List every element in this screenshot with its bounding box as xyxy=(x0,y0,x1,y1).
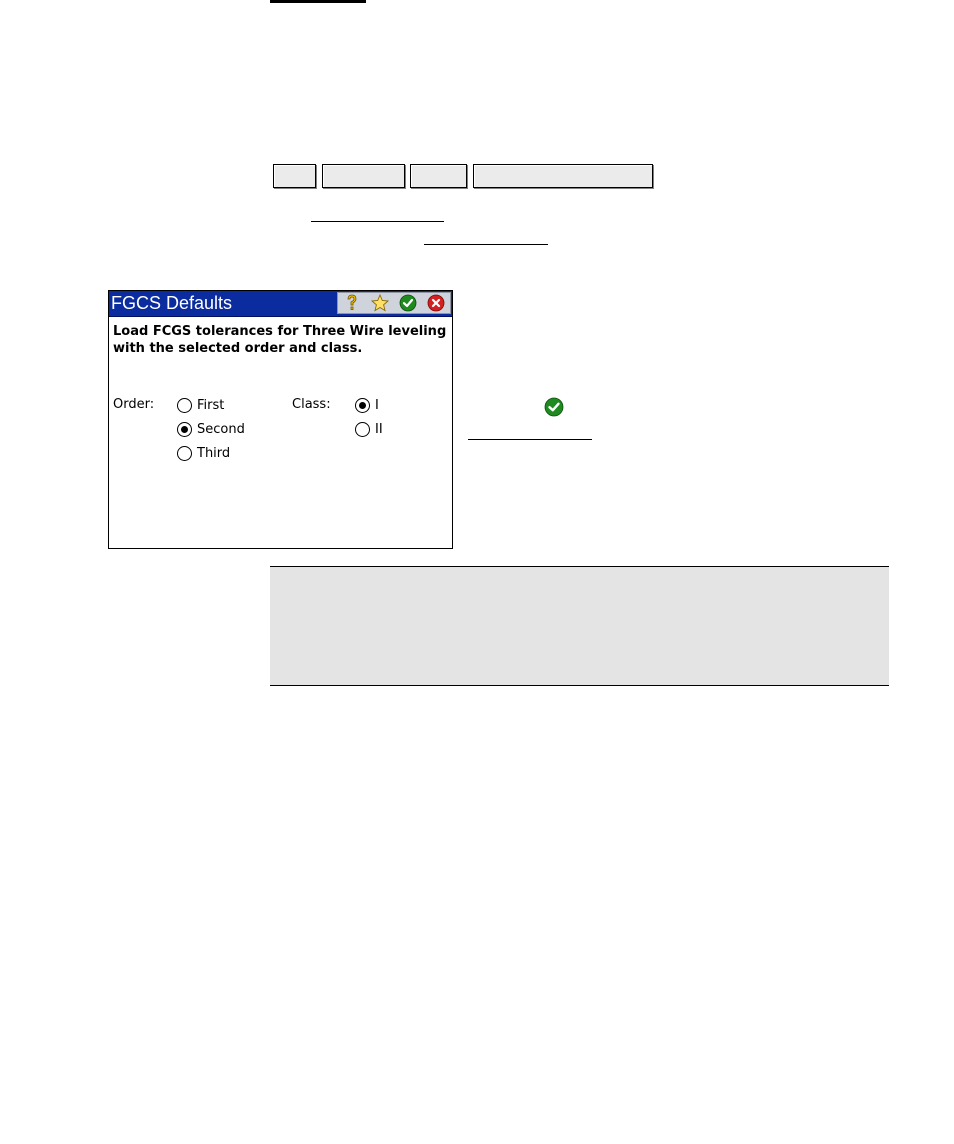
close-icon[interactable] xyxy=(426,293,446,313)
breadcrumb-key-3[interactable] xyxy=(410,164,467,188)
breadcrumb-key-1[interactable] xyxy=(273,164,316,188)
radio-label: II xyxy=(375,422,383,437)
breadcrumb-key-2[interactable] xyxy=(322,164,405,188)
dialog-title: FGCS Defaults xyxy=(111,293,233,313)
order-label: Order: xyxy=(113,397,155,412)
hyperlink-1[interactable] xyxy=(311,221,444,222)
order-radio-first[interactable]: First xyxy=(177,398,224,413)
note-box xyxy=(270,566,889,686)
radio-label: I xyxy=(375,398,379,413)
radio-button[interactable] xyxy=(355,422,370,437)
accept-icon xyxy=(544,397,564,417)
hyperlink-3[interactable] xyxy=(468,439,592,440)
fgcs-defaults-dialog: FGCS Defaults Load FCGS tolerances for T… xyxy=(108,290,453,549)
titlebar-icon-group xyxy=(337,292,451,314)
header-rule xyxy=(270,0,366,3)
dialog-instruction: Load FCGS tolerances for Three Wire leve… xyxy=(113,324,447,356)
radio-label: Third xyxy=(197,446,231,461)
hyperlink-2[interactable] xyxy=(424,244,548,245)
accept-icon[interactable] xyxy=(398,293,418,313)
radio-button[interactable] xyxy=(177,398,192,413)
radio-label: First xyxy=(197,398,225,413)
help-icon[interactable] xyxy=(342,293,362,313)
class-radio-i[interactable]: I xyxy=(355,398,379,413)
dialog-titlebar: FGCS Defaults xyxy=(109,291,452,317)
order-radio-third[interactable]: Third xyxy=(177,446,230,461)
class-label: Class: xyxy=(292,397,331,412)
radio-label: Second xyxy=(197,422,245,437)
favorites-icon[interactable] xyxy=(370,293,390,313)
order-radio-second[interactable]: Second xyxy=(177,422,245,437)
class-radio-ii[interactable]: II xyxy=(355,422,383,437)
radio-button-selected[interactable] xyxy=(177,422,192,437)
breadcrumb-key-4[interactable] xyxy=(473,164,653,188)
radio-button[interactable] xyxy=(177,446,192,461)
radio-button-selected[interactable] xyxy=(355,398,370,413)
